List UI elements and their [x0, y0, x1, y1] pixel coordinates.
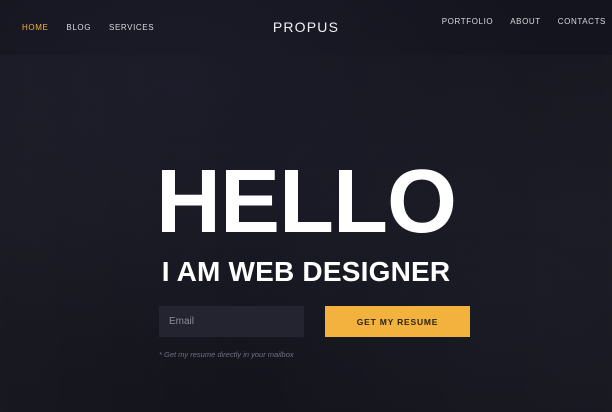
- get-resume-button[interactable]: GET MY RESUME: [325, 306, 470, 337]
- top-navigation: HOME BLOG SERVICES PROPUS PORTFOLIO ABOU…: [0, 0, 612, 50]
- hero-headline: HELLO: [156, 152, 457, 252]
- hero-section: HOME BLOG SERVICES PROPUS PORTFOLIO ABOU…: [0, 0, 612, 412]
- nav-right-group: PORTFOLIO ABOUT CONTACTS: [442, 17, 606, 26]
- nav-item-portfolio[interactable]: PORTFOLIO: [442, 17, 493, 26]
- resume-note: * Get my resume directly in your mailbox: [159, 350, 294, 359]
- nav-item-about[interactable]: ABOUT: [510, 17, 541, 26]
- hero-subheadline: I AM WEB DESIGNER: [161, 256, 451, 287]
- nav-item-contacts[interactable]: CONTACTS: [558, 17, 606, 26]
- email-input[interactable]: [159, 306, 304, 337]
